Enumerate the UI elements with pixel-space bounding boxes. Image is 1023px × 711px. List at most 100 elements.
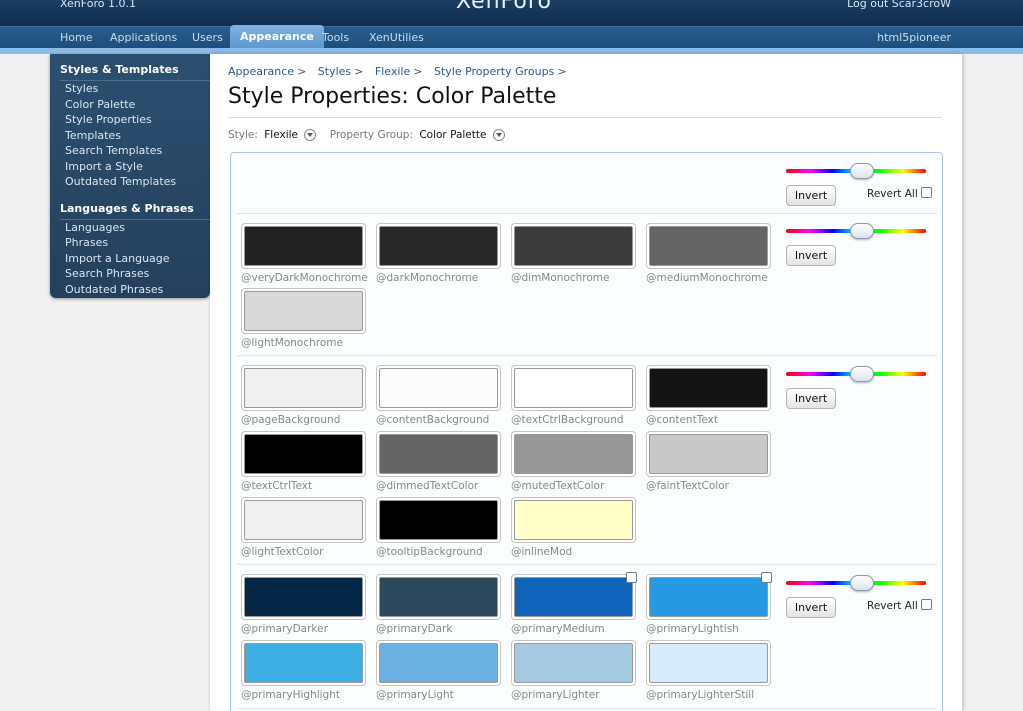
sidebar-item-outdated-templates[interactable]: Outdated Templates [50, 174, 210, 190]
revert-all-checkbox[interactable] [921, 599, 932, 610]
color-swatch-label: @primaryLightish [646, 623, 739, 635]
property-group-dropdown-icon[interactable] [492, 129, 505, 141]
color-swatch[interactable] [241, 288, 366, 334]
tab-appearance[interactable]: Appearance [230, 25, 324, 49]
sidebar-item-outdated-phrases[interactable]: Outdated Phrases [50, 282, 210, 298]
color-swatch-fill [244, 434, 363, 474]
style-label: Style: [228, 129, 258, 141]
title-divider [228, 117, 942, 118]
color-swatch[interactable] [376, 223, 501, 269]
sidebar-item-templates[interactable]: Templates [50, 128, 210, 144]
swatch-select-checkbox[interactable] [761, 572, 772, 583]
tab-applications[interactable]: Applications [110, 27, 177, 49]
color-swatch-label: @primaryMedium [511, 623, 605, 635]
invert-button[interactable]: Invert [786, 245, 836, 266]
color-swatch-fill [379, 434, 498, 474]
invert-button[interactable]: Invert [786, 597, 836, 618]
tab-tools[interactable]: Tools [322, 27, 349, 49]
sidebar-item-languages[interactable]: Languages [50, 220, 210, 236]
property-group-value[interactable]: Color Palette [419, 129, 486, 141]
color-swatch[interactable] [511, 640, 636, 686]
breadcrumb-style-property-groups[interactable]: Style Property Groups [434, 65, 554, 78]
color-swatch-label: @primaryLighterStill [646, 689, 755, 701]
color-swatch-label: @inlineMod [511, 546, 573, 558]
hue-slider-handle[interactable] [850, 575, 874, 591]
sidebar-item-styles[interactable]: Styles [50, 81, 210, 97]
color-swatch[interactable] [646, 223, 771, 269]
color-swatch[interactable] [241, 431, 366, 477]
swatch-select-checkbox[interactable] [626, 572, 637, 583]
group-divider [237, 355, 937, 356]
color-swatch[interactable] [376, 640, 501, 686]
color-swatch[interactable] [646, 574, 771, 620]
color-swatch-label: @tooltipBackground [376, 546, 483, 558]
color-swatch-label: @textCtrlBackground [511, 414, 624, 426]
color-swatch-fill [649, 434, 768, 474]
tab-xenutilies[interactable]: XenUtilies [369, 27, 424, 49]
color-swatch[interactable] [646, 365, 771, 411]
sidebar-item-search-phrases[interactable]: Search Phrases [50, 266, 210, 282]
breadcrumb-flexile[interactable]: Flexile [375, 65, 410, 78]
breadcrumb: Appearance > Styles > Flexile > Style Prope… [228, 65, 575, 78]
color-swatch-fill [649, 577, 768, 617]
tab-users[interactable]: Users [192, 27, 223, 49]
color-swatch-fill [514, 577, 633, 617]
color-swatch-label: @lightMonochrome [241, 337, 343, 349]
color-swatch-fill [649, 643, 768, 683]
invert-button[interactable]: Invert [786, 388, 836, 409]
hue-slider-handle[interactable] [850, 223, 874, 239]
hue-slider-handle[interactable] [850, 366, 874, 382]
color-swatch-fill [649, 368, 768, 408]
tab-home[interactable]: Home [60, 27, 92, 49]
color-swatch[interactable] [511, 431, 636, 477]
color-swatch[interactable] [646, 431, 771, 477]
page-title: Style Properties: Color Palette [228, 84, 557, 109]
main-nav: Home Applications Users Appearance Tools… [0, 25, 1023, 49]
color-swatch-fill [379, 643, 498, 683]
revert-all-checkbox[interactable] [921, 187, 932, 198]
filter-bar: Style: Flexile Property Group: Color Pal… [228, 129, 515, 141]
color-swatch[interactable] [646, 640, 771, 686]
sidebar-item-style-properties[interactable]: Style Properties [50, 112, 210, 128]
color-swatch[interactable] [241, 223, 366, 269]
color-swatch-fill [514, 643, 633, 683]
color-swatch[interactable] [376, 497, 501, 543]
color-palette-panel: @veryDarkMonochrome @darkMonochrome @dimMo… [230, 152, 943, 711]
sidebar-item-search-templates[interactable]: Search Templates [50, 143, 210, 159]
color-swatch-label: @faintTextColor [646, 480, 729, 492]
sidebar-item-phrases[interactable]: Phrases [50, 235, 210, 251]
color-swatch[interactable] [241, 365, 366, 411]
username-link[interactable]: html5pioneer [877, 27, 951, 49]
color-swatch[interactable] [241, 574, 366, 620]
logout-link[interactable]: Log out Scar3croW [847, 0, 951, 10]
color-swatch[interactable] [511, 497, 636, 543]
sidebar-item-import-a-style[interactable]: Import a Style [50, 159, 210, 175]
group-divider [237, 564, 937, 565]
sidebar-item-import-a-language[interactable]: Import a Language [50, 251, 210, 267]
hue-slider-handle[interactable] [850, 163, 874, 179]
color-swatch-label: @pageBackground [241, 414, 341, 426]
xenforo-logo[interactable]: XenForo [456, 0, 552, 14]
color-swatch[interactable] [376, 365, 501, 411]
breadcrumb-separator: > [297, 65, 307, 78]
color-swatch[interactable] [511, 223, 636, 269]
color-swatch[interactable] [241, 497, 366, 543]
breadcrumb-styles[interactable]: Styles [318, 65, 351, 78]
breadcrumb-appearance[interactable]: Appearance [228, 65, 294, 78]
color-swatch-label: @primaryLight [376, 689, 454, 701]
style-value[interactable]: Flexile [264, 129, 298, 141]
color-swatch[interactable] [376, 431, 501, 477]
color-swatch-label: @lightTextColor [241, 546, 324, 558]
color-swatch-fill [244, 226, 363, 266]
invert-button[interactable]: Invert [786, 185, 836, 206]
color-swatch-label: @dimMonochrome [511, 272, 610, 284]
color-swatch[interactable] [241, 640, 366, 686]
group-divider [237, 708, 937, 709]
sidebar-item-color-palette[interactable]: Color Palette [50, 97, 210, 113]
color-swatch-fill [649, 226, 768, 266]
style-dropdown-icon[interactable] [304, 129, 317, 141]
color-swatch[interactable] [511, 365, 636, 411]
color-swatch[interactable] [511, 574, 636, 620]
group-divider [237, 213, 937, 214]
color-swatch[interactable] [376, 574, 501, 620]
